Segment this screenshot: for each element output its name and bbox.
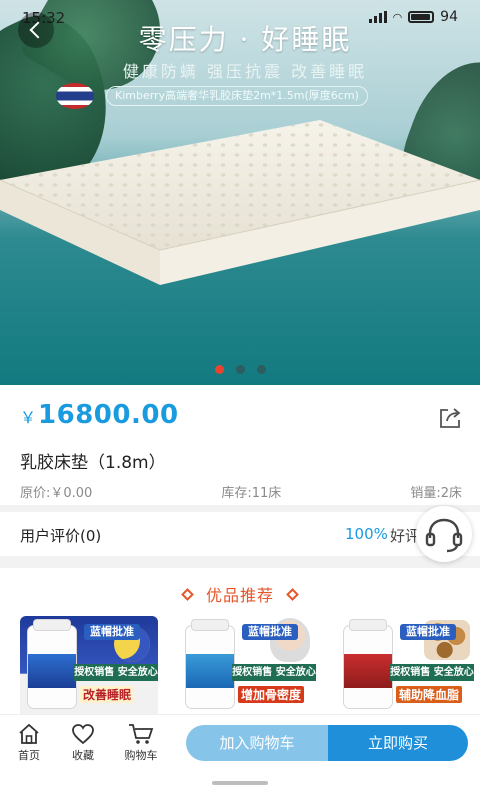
recommend-list: 蓝帽批准 授权销售 安全放心 改善睡眠 蓝帽批准 授权销售 安全放心 增加骨密度… bbox=[20, 616, 474, 718]
heart-icon bbox=[72, 724, 94, 745]
home-indicator[interactable] bbox=[212, 781, 268, 785]
wifi-icon: ◠ bbox=[392, 10, 403, 24]
carousel-dot[interactable] bbox=[214, 365, 224, 374]
product-meta: 原价:￥0.00 库存:11床 销量:2床 bbox=[20, 482, 462, 501]
bottom-action-bar: 首页 收藏 购物车 加入购物车 立即购买 bbox=[0, 714, 480, 768]
add-to-cart-button[interactable]: 加入购物车 bbox=[186, 725, 328, 761]
product-title: 乳胶床垫（1.8m） bbox=[20, 453, 166, 473]
recommend-strip: 授权销售 安全放心 bbox=[390, 664, 474, 681]
buy-now-button[interactable]: 立即购买 bbox=[328, 725, 468, 761]
product-bottle bbox=[28, 620, 76, 708]
review-row[interactable]: 用户评价(0) 100% 好评 bbox=[0, 512, 480, 556]
customer-service-icon bbox=[425, 518, 463, 553]
nav-cart-label: 购物车 bbox=[124, 749, 158, 762]
banner-subline: 健康防螨 强压抗震 改善睡眠 bbox=[122, 62, 368, 81]
recommend-strip: 授权销售 安全放心 bbox=[232, 664, 316, 681]
thailand-flag-icon bbox=[56, 83, 94, 109]
recommend-strip: 授权销售 安全放心 bbox=[74, 664, 158, 681]
product-price: ￥ 16800.00 bbox=[20, 400, 179, 430]
recommend-tag: 辅助降血脂 bbox=[396, 686, 463, 703]
carousel-indicator[interactable] bbox=[0, 365, 480, 374]
recommend-tag: 增加骨密度 bbox=[238, 686, 305, 703]
battery-icon bbox=[408, 11, 435, 23]
sales-count: 销量:2床 bbox=[410, 486, 462, 501]
recommend-tag: 改善睡眠 bbox=[80, 686, 135, 703]
recommend-item[interactable]: 蓝帽批准 授权销售 安全放心 改善睡眠 bbox=[20, 616, 158, 718]
customer-service-button[interactable] bbox=[416, 506, 472, 562]
price-amount: 16800.00 bbox=[38, 400, 179, 430]
currency-symbol: ￥ bbox=[20, 408, 37, 427]
recommend-item[interactable]: 蓝帽批准 授权销售 安全放心 辅助降血脂 bbox=[336, 616, 474, 718]
nav-home[interactable]: 首页 bbox=[4, 723, 54, 763]
recommend-header: 优品推荐 bbox=[0, 582, 480, 606]
back-button[interactable] bbox=[18, 12, 54, 48]
product-bottle bbox=[344, 620, 392, 708]
product-detail-page: 15:32 ◠ 94 零压力 · 好睡眠 健康防螨 强压抗震 改善睡眠 Kimb… bbox=[0, 0, 480, 800]
share-icon[interactable] bbox=[438, 407, 462, 429]
review-label: 用户评价(0) bbox=[20, 527, 102, 545]
nav-favorite-label: 收藏 bbox=[72, 749, 94, 762]
product-banner[interactable]: 15:32 ◠ 94 零压力 · 好睡眠 健康防螨 强压抗震 改善睡眠 Kimb… bbox=[0, 0, 480, 385]
nav-favorite[interactable]: 收藏 bbox=[58, 723, 108, 763]
product-bottle bbox=[186, 620, 234, 708]
nav-cart[interactable]: 购物车 bbox=[116, 723, 166, 763]
banner-product-spec: Kimberry高端奢华乳胶床垫2m*1.5m(厚度6cm) bbox=[106, 86, 368, 106]
review-rate: 100% bbox=[345, 525, 388, 543]
recommend-title: 优品推荐 bbox=[205, 586, 274, 605]
status-indicators: ◠ 94 bbox=[368, 9, 458, 25]
stock-count: 库存:11床 bbox=[221, 486, 282, 501]
cart-icon bbox=[129, 724, 154, 744]
approval-badge: 蓝帽批准 bbox=[84, 624, 140, 640]
approval-badge: 蓝帽批准 bbox=[242, 624, 298, 640]
recommend-section: 优品推荐 蓝帽批准 授权销售 安全放心 改善睡眠 蓝帽批准 授权销售 安全放心 … bbox=[0, 568, 480, 718]
diamond-icon bbox=[181, 587, 194, 601]
recommend-item[interactable]: 蓝帽批准 授权销售 安全放心 增加骨密度 bbox=[178, 616, 316, 718]
diamond-icon bbox=[286, 587, 299, 601]
home-icon bbox=[19, 723, 39, 744]
signal-icon bbox=[368, 11, 387, 23]
mattress-image bbox=[0, 120, 480, 285]
approval-badge: 蓝帽批准 bbox=[400, 624, 456, 640]
product-info-card: ￥ 16800.00 乳胶床垫（1.8m） 原价:￥0.00 库存:11床 销量… bbox=[0, 385, 480, 505]
battery-level: 94 bbox=[440, 9, 458, 25]
nav-home-label: 首页 bbox=[18, 749, 40, 762]
original-price: 原价:￥0.00 bbox=[20, 486, 93, 501]
status-bar: 15:32 ◠ 94 bbox=[0, 0, 480, 36]
carousel-dot[interactable] bbox=[256, 365, 266, 374]
carousel-dot[interactable] bbox=[235, 365, 245, 374]
